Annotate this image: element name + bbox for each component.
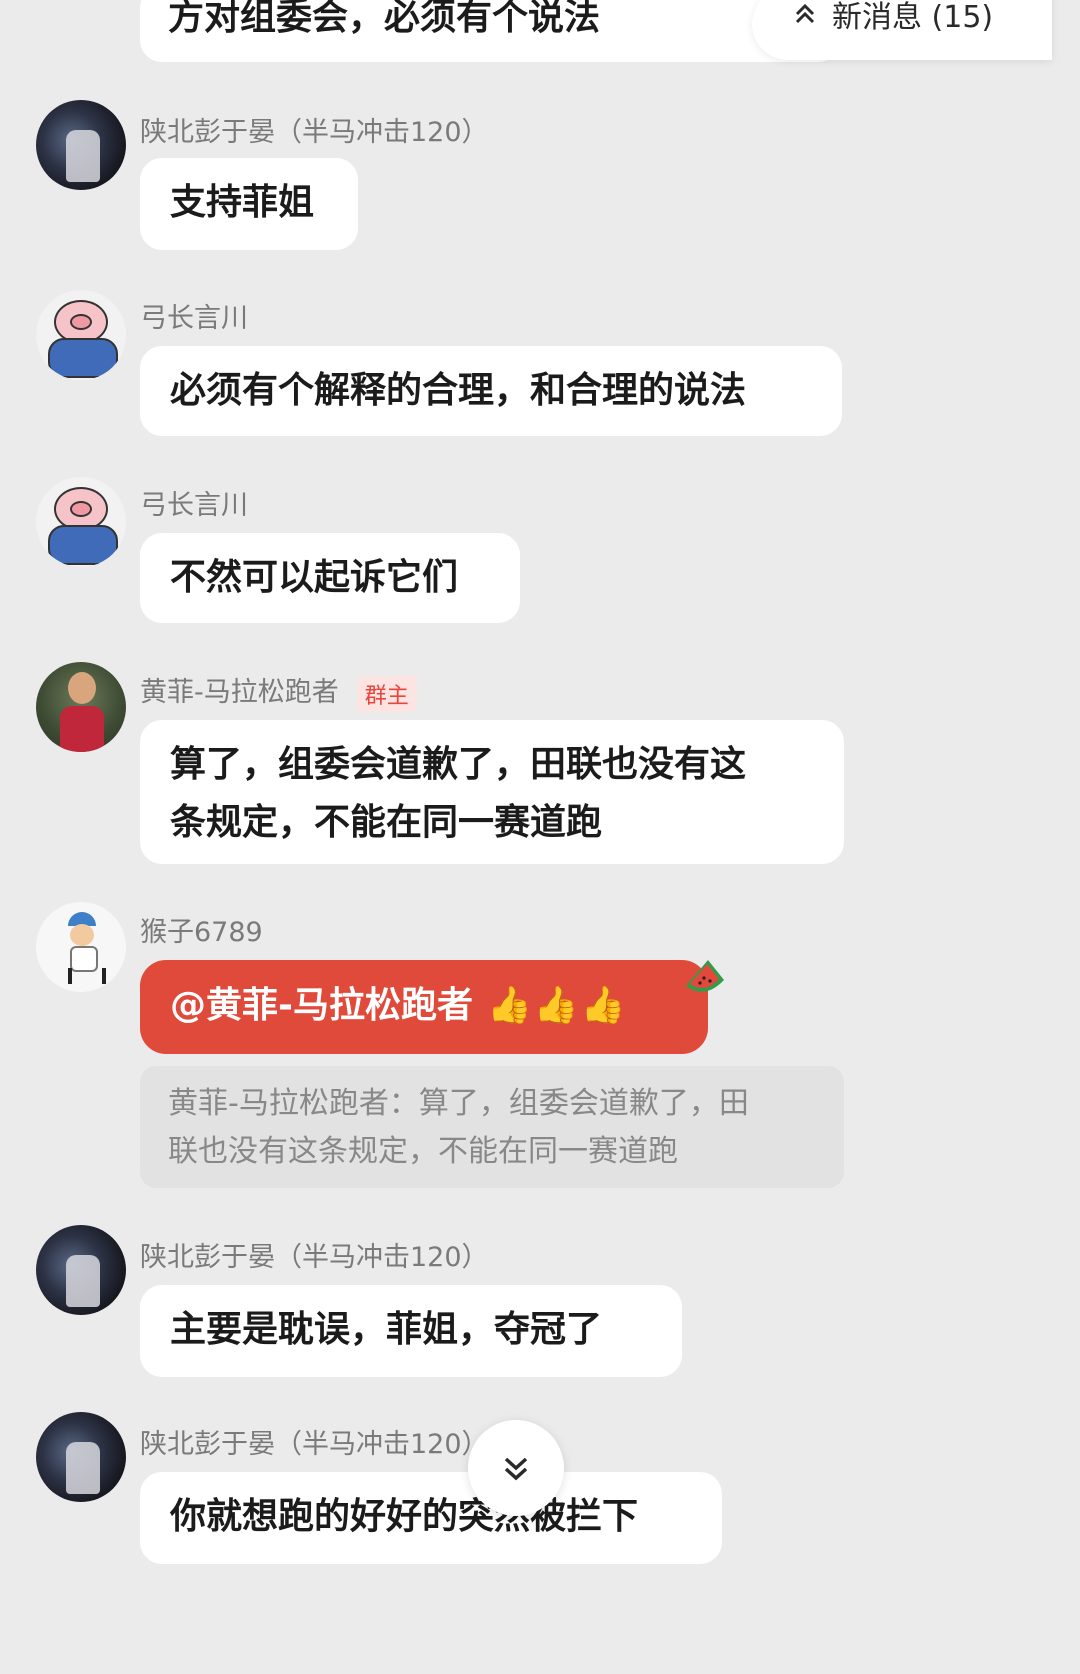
message-bubble[interactable]: 主要是耽误，菲姐，夺冠了 <box>140 1285 682 1377</box>
avatar[interactable] <box>36 290 126 380</box>
new-messages-button[interactable]: 新消息 (15) <box>752 0 1052 60</box>
quote-line: 黄菲-马拉松跑者：算了，组委会道歉了，田 <box>168 1086 749 1121</box>
sender-name-text: 黄菲-马拉松跑者 <box>140 677 339 708</box>
message-bubble[interactable]: 支持菲姐 <box>140 158 358 250</box>
avatar[interactable] <box>36 100 126 190</box>
chat-view: 方对组委会，必须有个说法 新消息 (15) 陕北彭于晏（半马冲击120） 支持菲… <box>0 0 1080 1674</box>
sender-name: 陕北彭于晏（半马冲击120） <box>140 1242 489 1273</box>
message-bubble[interactable]: 必须有个解释的合理，和合理的说法 <box>140 346 842 436</box>
message-bubble[interactable]: 不然可以起诉它们 <box>140 533 520 623</box>
quoted-message[interactable]: 黄菲-马拉松跑者：算了，组委会道歉了，田 联也没有这条规定，不能在同一赛道跑 <box>140 1066 844 1188</box>
sender-name: 弓长言川 <box>140 303 248 334</box>
avatar[interactable] <box>36 662 126 752</box>
double-chevron-up-icon <box>792 0 818 49</box>
sender-name: 猴子6789 <box>140 917 263 948</box>
scroll-to-bottom-button[interactable] <box>468 1420 564 1516</box>
owner-badge: 群主 <box>356 675 417 712</box>
watermelon-icon <box>686 960 724 992</box>
avatar[interactable] <box>36 1225 126 1315</box>
message-bubble[interactable]: 你就想跑的好好的突然被拦下 <box>140 1472 722 1564</box>
double-chevron-down-icon <box>504 1457 528 1481</box>
sender-name: 陕北彭于晏（半马冲击120） <box>140 1429 489 1460</box>
quote-line: 联也没有这条规定，不能在同一赛道跑 <box>168 1134 678 1169</box>
avatar[interactable] <box>36 902 126 992</box>
avatar[interactable] <box>36 1412 126 1502</box>
avatar[interactable] <box>36 477 126 567</box>
message-bubble-partial[interactable]: 方对组委会，必须有个说法 <box>140 0 840 62</box>
thumbs-up-emoji: 👍👍👍 <box>486 985 628 1026</box>
sender-name: 弓长言川 <box>140 490 248 521</box>
message-bubble[interactable]: 算了，组委会道歉了，田联也没有这 条规定，不能在同一赛道跑 <box>140 720 844 864</box>
sender-name: 陕北彭于晏（半马冲击120） <box>140 117 489 148</box>
message-line: 条规定，不能在同一赛道跑 <box>170 802 603 843</box>
message-line: 算了，组委会道歉了，田联也没有这 <box>170 744 747 785</box>
new-messages-label: 新消息 (15) <box>832 0 994 35</box>
sender-name: 黄菲-马拉松跑者 群主 <box>140 670 417 712</box>
message-bubble-mention[interactable]: @黄菲-马拉松跑者 👍👍👍 <box>140 960 708 1054</box>
mention-text: @黄菲-马拉松跑者 <box>170 985 473 1026</box>
